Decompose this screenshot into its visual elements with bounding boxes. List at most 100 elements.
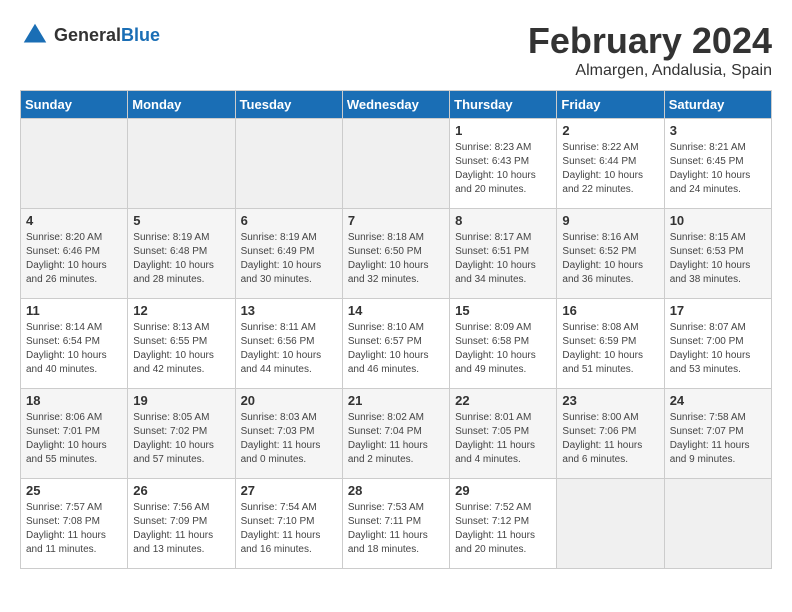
calendar-cell: 24 Sunrise: 7:58 AMSunset: 7:07 PMDayligh… xyxy=(664,389,771,479)
day-number: 22 xyxy=(455,393,551,408)
day-number: 23 xyxy=(562,393,658,408)
calendar-week-row: 25 Sunrise: 7:57 AMSunset: 7:08 PMDayligh… xyxy=(21,479,772,569)
day-info: Sunrise: 8:19 AMSunset: 6:48 PMDaylight:… xyxy=(133,231,229,287)
calendar-cell: 21Sunrise: 8:02 AMSunset: 7:04 PMDayligh… xyxy=(342,389,449,479)
calendar-week-row: 4 Sunrise: 8:20 AMSunset: 6:46 PMDaylight… xyxy=(21,209,772,299)
day-number: 6 xyxy=(241,213,337,228)
calendar-cell: 17 Sunrise: 8:07 AMSunset: 7:00 PMDayligh… xyxy=(664,299,771,389)
calendar-cell xyxy=(342,119,449,209)
weekday-header: Saturday xyxy=(664,91,771,119)
calendar-cell: 28 Sunrise: 7:53 AMSunset: 7:11 PMDayligh… xyxy=(342,479,449,569)
calendar-cell: 8 Sunrise: 8:17 AMSunset: 6:51 PMDaylight… xyxy=(450,209,557,299)
calendar-cell: 23 Sunrise: 8:00 AMSunset: 7:06 PMDayligh… xyxy=(557,389,664,479)
day-info: Sunrise: 8:15 AMSunset: 6:53 PMDaylight:… xyxy=(670,231,766,287)
day-number: 5 xyxy=(133,213,229,228)
calendar-cell: 14 Sunrise: 8:10 AMSunset: 6:57 PMDayligh… xyxy=(342,299,449,389)
page-header: GeneralBlue February 2024 Almargen, Anda… xyxy=(20,20,772,80)
day-info: Sunrise: 8:01 AMSunset: 7:05 PMDaylight:… xyxy=(455,411,551,467)
day-info: Sunrise: 7:58 AMSunset: 7:07 PMDaylight:… xyxy=(670,411,766,467)
day-number: 28 xyxy=(348,483,444,498)
calendar-cell xyxy=(21,119,128,209)
day-number: 26 xyxy=(133,483,229,498)
calendar-cell: 29Sunrise: 7:52 AMSunset: 7:12 PMDayligh… xyxy=(450,479,557,569)
day-number: 24 xyxy=(670,393,766,408)
calendar-cell: 20 Sunrise: 8:03 AMSunset: 7:03 PMDayligh… xyxy=(235,389,342,479)
calendar-week-row: 11 Sunrise: 8:14 AMSunset: 6:54 PMDayligh… xyxy=(21,299,772,389)
calendar-cell: 3 Sunrise: 8:21 AMSunset: 6:45 PMDaylight… xyxy=(664,119,771,209)
day-info: Sunrise: 8:16 AMSunset: 6:52 PMDaylight:… xyxy=(562,231,658,287)
day-info: Sunrise: 8:20 AMSunset: 6:46 PMDaylight:… xyxy=(26,231,122,287)
day-info: Sunrise: 8:10 AMSunset: 6:57 PMDaylight:… xyxy=(348,321,444,377)
calendar-cell: 22 Sunrise: 8:01 AMSunset: 7:05 PMDayligh… xyxy=(450,389,557,479)
calendar-cell xyxy=(664,479,771,569)
calendar-cell: 25 Sunrise: 7:57 AMSunset: 7:08 PMDayligh… xyxy=(21,479,128,569)
calendar-cell: 7 Sunrise: 8:18 AMSunset: 6:50 PMDaylight… xyxy=(342,209,449,299)
day-info: Sunrise: 8:18 AMSunset: 6:50 PMDaylight:… xyxy=(348,231,444,287)
calendar-cell: 26 Sunrise: 7:56 AMSunset: 7:09 PMDayligh… xyxy=(128,479,235,569)
day-number: 16 xyxy=(562,303,658,318)
calendar-cell xyxy=(235,119,342,209)
day-number: 14 xyxy=(348,303,444,318)
day-info: Sunrise: 8:21 AMSunset: 6:45 PMDaylight:… xyxy=(670,141,766,197)
calendar-cell: 12Sunrise: 8:13 AMSunset: 6:55 PMDayligh… xyxy=(128,299,235,389)
calendar-cell: 1Sunrise: 8:23 AMSunset: 6:43 PMDaylight… xyxy=(450,119,557,209)
calendar-cell: 15Sunrise: 8:09 AMSunset: 6:58 PMDayligh… xyxy=(450,299,557,389)
day-number: 9 xyxy=(562,213,658,228)
day-number: 1 xyxy=(455,123,551,138)
day-number: 20 xyxy=(241,393,337,408)
day-number: 21 xyxy=(348,393,444,408)
day-info: Sunrise: 8:05 AMSunset: 7:02 PMDaylight:… xyxy=(133,411,229,467)
day-info: Sunrise: 8:06 AMSunset: 7:01 PMDaylight:… xyxy=(26,411,122,467)
calendar-cell: 2Sunrise: 8:22 AMSunset: 6:44 PMDaylight… xyxy=(557,119,664,209)
day-number: 3 xyxy=(670,123,766,138)
day-info: Sunrise: 7:56 AMSunset: 7:09 PMDaylight:… xyxy=(133,501,229,557)
calendar-cell: 11 Sunrise: 8:14 AMSunset: 6:54 PMDayligh… xyxy=(21,299,128,389)
day-number: 7 xyxy=(348,213,444,228)
weekday-header: Wednesday xyxy=(342,91,449,119)
weekday-header: Sunday xyxy=(21,91,128,119)
day-info: Sunrise: 7:53 AMSunset: 7:11 PMDaylight:… xyxy=(348,501,444,557)
location-title: Almargen, Andalusia, Spain xyxy=(528,62,772,80)
day-info: Sunrise: 7:57 AMSunset: 7:08 PMDaylight:… xyxy=(26,501,122,557)
month-title: February 2024 xyxy=(528,20,772,62)
day-number: 11 xyxy=(26,303,122,318)
calendar-cell: 6 Sunrise: 8:19 AMSunset: 6:49 PMDaylight… xyxy=(235,209,342,299)
day-info: Sunrise: 8:08 AMSunset: 6:59 PMDaylight:… xyxy=(562,321,658,377)
logo-text-general: General xyxy=(54,25,121,45)
weekday-header: Thursday xyxy=(450,91,557,119)
calendar-cell: 16 Sunrise: 8:08 AMSunset: 6:59 PMDayligh… xyxy=(557,299,664,389)
calendar-cell xyxy=(128,119,235,209)
day-number: 4 xyxy=(26,213,122,228)
logo-text-blue: Blue xyxy=(121,25,160,45)
day-info: Sunrise: 8:19 AMSunset: 6:49 PMDaylight:… xyxy=(241,231,337,287)
day-number: 18 xyxy=(26,393,122,408)
day-info: Sunrise: 8:09 AMSunset: 6:58 PMDaylight:… xyxy=(455,321,551,377)
day-info: Sunrise: 8:17 AMSunset: 6:51 PMDaylight:… xyxy=(455,231,551,287)
day-number: 8 xyxy=(455,213,551,228)
day-number: 25 xyxy=(26,483,122,498)
day-info: Sunrise: 8:07 AMSunset: 7:00 PMDaylight:… xyxy=(670,321,766,377)
day-number: 17 xyxy=(670,303,766,318)
day-info: Sunrise: 7:52 AMSunset: 7:12 PMDaylight:… xyxy=(455,501,551,557)
calendar-cell: 4 Sunrise: 8:20 AMSunset: 6:46 PMDaylight… xyxy=(21,209,128,299)
calendar-cell: 27 Sunrise: 7:54 AMSunset: 7:10 PMDayligh… xyxy=(235,479,342,569)
day-info: Sunrise: 8:00 AMSunset: 7:06 PMDaylight:… xyxy=(562,411,658,467)
calendar-cell: 5 Sunrise: 8:19 AMSunset: 6:48 PMDaylight… xyxy=(128,209,235,299)
calendar-cell: 13Sunrise: 8:11 AMSunset: 6:56 PMDayligh… xyxy=(235,299,342,389)
calendar-week-row: 1Sunrise: 8:23 AMSunset: 6:43 PMDaylight… xyxy=(21,119,772,209)
calendar-table: SundayMondayTuesdayWednesdayThursdayFrid… xyxy=(20,90,772,569)
day-number: 2 xyxy=(562,123,658,138)
calendar-week-row: 18 Sunrise: 8:06 AMSunset: 7:01 PMDayligh… xyxy=(21,389,772,479)
calendar-header-row: SundayMondayTuesdayWednesdayThursdayFrid… xyxy=(21,91,772,119)
calendar-cell: 18 Sunrise: 8:06 AMSunset: 7:01 PMDayligh… xyxy=(21,389,128,479)
day-number: 19 xyxy=(133,393,229,408)
weekday-header: Friday xyxy=(557,91,664,119)
calendar-cell xyxy=(557,479,664,569)
day-info: Sunrise: 8:03 AMSunset: 7:03 PMDaylight:… xyxy=(241,411,337,467)
title-section: February 2024 Almargen, Andalusia, Spain xyxy=(528,20,772,80)
day-number: 27 xyxy=(241,483,337,498)
calendar-cell: 9 Sunrise: 8:16 AMSunset: 6:52 PMDaylight… xyxy=(557,209,664,299)
day-info: Sunrise: 7:54 AMSunset: 7:10 PMDaylight:… xyxy=(241,501,337,557)
day-info: Sunrise: 8:14 AMSunset: 6:54 PMDaylight:… xyxy=(26,321,122,377)
logo: GeneralBlue xyxy=(20,20,160,50)
